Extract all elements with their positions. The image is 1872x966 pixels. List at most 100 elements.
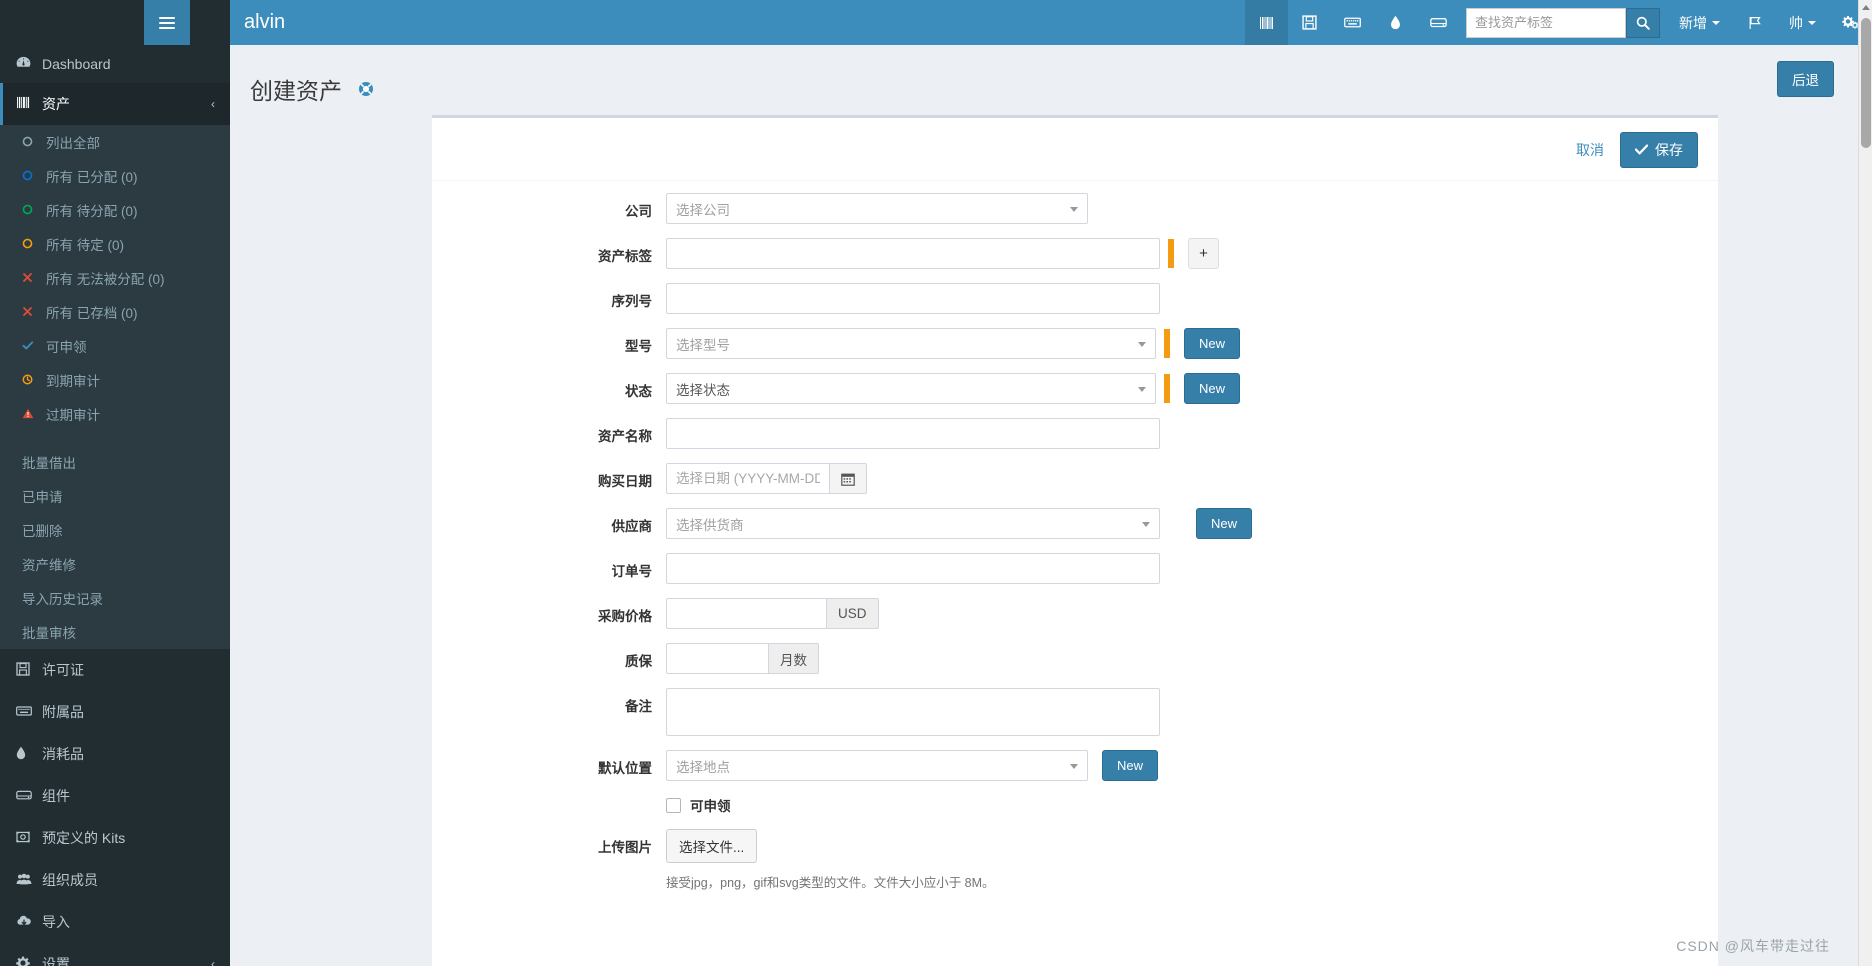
status-select[interactable]: 选择状态	[666, 373, 1156, 404]
sidebar-subitem-undeployable[interactable]: 所有 无法被分配 (0)	[0, 261, 230, 295]
lifering-icon[interactable]	[358, 76, 374, 97]
order-number-input[interactable]	[666, 553, 1160, 584]
page-scrollbar[interactable]	[1858, 0, 1872, 966]
scrollbar-down-arrow[interactable]	[1859, 951, 1872, 966]
form-row-serial: 序列号	[432, 283, 1718, 314]
sidebar-subitem-label: 资产维修	[22, 558, 76, 573]
sidebar-item-licenses[interactable]: 许可证	[0, 649, 230, 691]
sidebar-item-label: 许可证	[42, 662, 84, 678]
cancel-link[interactable]: 取消	[1576, 140, 1604, 160]
purchase-cost-input[interactable]	[666, 598, 826, 629]
sidebar-subitem-maintenance[interactable]: 资产维修	[0, 547, 230, 581]
sidebar-subitem-label: 所有 已分配 (0)	[46, 170, 138, 185]
add-asset-tag-button[interactable]: +	[1188, 238, 1219, 269]
upload-image-label: 上传图片	[598, 840, 652, 855]
status-label: 状态	[625, 384, 652, 399]
sidebar-subitem-audit-overdue[interactable]: 过期审计	[0, 397, 230, 431]
form-row-model: 型号 选择型号 New	[432, 328, 1718, 359]
serial-input[interactable]	[666, 283, 1160, 314]
default-location-select[interactable]: 选择地点	[666, 750, 1088, 781]
sidebar-item-assets[interactable]: 资产 ‹	[0, 83, 230, 125]
watermark: CSDN @风车带走过往	[1676, 938, 1830, 954]
sidebar-subitem-label: 过期审计	[46, 408, 100, 423]
search-submit-button[interactable]	[1626, 7, 1660, 38]
sidebar-subitem-pending[interactable]: 所有 待定 (0)	[0, 227, 230, 261]
form-row-asset-name: 资产名称	[432, 418, 1718, 449]
navbar-user-dropdown[interactable]: 帅	[1776, 0, 1829, 45]
sidebar-item-kits[interactable]: 预定义的 Kits	[0, 817, 230, 859]
model-select[interactable]: 选择型号	[666, 328, 1156, 359]
form-row-order-number: 订单号	[432, 553, 1718, 584]
save-button[interactable]: 保存	[1620, 132, 1698, 168]
sidebar-item-import[interactable]: 导入	[0, 901, 230, 943]
notes-textarea[interactable]	[666, 688, 1160, 736]
navbar-language-flag-icon[interactable]	[1733, 0, 1776, 45]
navbar-create-dropdown[interactable]: 新增	[1666, 0, 1733, 45]
model-label: 型号	[625, 339, 652, 354]
calendar-icon[interactable]	[829, 463, 867, 494]
barcode-icon	[16, 96, 42, 112]
sidebar-item-dashboard[interactable]: Dashboard	[0, 45, 230, 83]
sidebar-subitem-ready-to-deploy[interactable]: 所有 待分配 (0)	[0, 193, 230, 227]
navbar-barcode-icon[interactable]	[1245, 0, 1288, 45]
sidebar-subitem-archived[interactable]: 所有 已存档 (0)	[0, 295, 230, 329]
sidebar-item-label: 设置	[42, 956, 70, 966]
sidebar-item-people[interactable]: 组织成员	[0, 859, 230, 901]
sidebar-subitem-requestable[interactable]: 可申领	[0, 329, 230, 363]
sidebar-subitem-label: 所有 无法被分配 (0)	[46, 272, 165, 287]
new-supplier-button[interactable]: New	[1196, 508, 1253, 539]
new-status-button[interactable]: New	[1184, 373, 1241, 404]
new-model-button[interactable]: New	[1184, 328, 1241, 359]
sidebar-subitem-audit-due[interactable]: 到期审计	[0, 363, 230, 397]
supplier-select[interactable]: 选择供货商	[666, 508, 1160, 539]
asset-name-input[interactable]	[666, 418, 1160, 449]
sidebar-assets-submenu: 列出全部 所有 已分配 (0) 所有 待分配 (0) 所有 待定 (0) 所有 …	[0, 125, 230, 649]
upload-help-text: 接受jpg，png，gif和svg类型的文件。文件大小应小于 8M。	[666, 876, 995, 890]
sidebar-subitem-list-all[interactable]: 列出全部	[0, 125, 230, 159]
sidebar-subitem-label: 已申请	[22, 490, 63, 505]
navbar-component-icon[interactable]	[1417, 0, 1460, 45]
purchase-date-input[interactable]	[666, 463, 829, 494]
sidebar-subitem-bulk-audit[interactable]: 批量审核	[0, 615, 230, 649]
navbar-user-label: 帅	[1789, 14, 1803, 31]
sidebar-subitem-requested[interactable]: 已申请	[0, 479, 230, 513]
sidebar-item-accessories[interactable]: 附属品	[0, 691, 230, 733]
sidebar-subitem-deployed[interactable]: 所有 已分配 (0)	[0, 159, 230, 193]
page-header: 创建资产 后退	[230, 45, 1858, 121]
navbar-consumable-icon[interactable]	[1374, 0, 1417, 45]
warning-red-icon	[22, 407, 46, 422]
page-title-text: 创建资产	[250, 78, 342, 105]
sidebar-toggle-button[interactable]	[144, 0, 190, 45]
navbar-brand[interactable]: alvin	[230, 11, 285, 34]
sidebar-subitem-deleted[interactable]: 已删除	[0, 513, 230, 547]
sidebar-item-label: 消耗品	[42, 746, 84, 762]
sidebar-item-label: 组件	[42, 788, 70, 804]
company-select[interactable]: 选择公司	[666, 193, 1088, 224]
sidebar-subitem-import-history[interactable]: 导入历史记录	[0, 581, 230, 615]
back-button[interactable]: 后退	[1777, 61, 1834, 97]
sidebar-logo-block	[0, 0, 230, 45]
scrollbar-thumb[interactable]	[1861, 18, 1871, 148]
navbar-accessory-icon[interactable]	[1331, 0, 1374, 45]
choose-file-button[interactable]: 选择文件...	[666, 829, 758, 863]
sidebar-item-components[interactable]: 组件	[0, 775, 230, 817]
navbar-license-icon[interactable]	[1288, 0, 1331, 45]
warranty-input[interactable]	[666, 643, 768, 674]
chevron-down-icon	[1712, 20, 1720, 25]
sidebar-item-consumables[interactable]: 消耗品	[0, 733, 230, 775]
search-input[interactable]	[1466, 7, 1626, 38]
requestable-checkbox[interactable]	[666, 797, 681, 813]
requestable-label: 可申领	[690, 799, 731, 814]
sidebar-subitem-label: 所有 待分配 (0)	[46, 204, 138, 219]
sidebar-subitem-bulk-checkout[interactable]: 批量借出	[0, 445, 230, 479]
sidebar-subitem-label: 所有 已存档 (0)	[46, 306, 138, 321]
asset-tag-input[interactable]	[666, 238, 1160, 269]
submenu-spacer	[0, 431, 230, 445]
supplier-select-value: 选择供货商	[676, 517, 744, 533]
circle-blue-icon	[22, 169, 46, 184]
sidebar-subitem-label: 列出全部	[46, 136, 100, 151]
sidebar-item-settings[interactable]: 设置 ‹	[0, 943, 230, 966]
new-location-button[interactable]: New	[1102, 750, 1159, 781]
scrollbar-up-arrow[interactable]	[1859, 0, 1872, 15]
upload-image-block: 选择文件... 接受jpg，png，gif和svg类型的文件。文件大小应小于 8…	[666, 829, 995, 891]
